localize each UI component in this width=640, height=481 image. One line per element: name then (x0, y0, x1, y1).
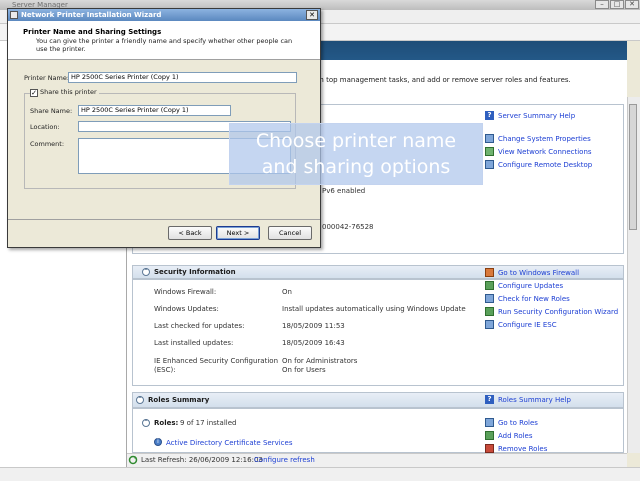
minimize-button[interactable]: – (595, 0, 609, 9)
close-button[interactable]: ✕ (625, 0, 639, 9)
last-installed-label: Last installed updates: (154, 339, 234, 347)
tutorial-callout-text: Choose printer name and sharing options (229, 128, 483, 180)
roles-summary-title: Roles Summary (148, 396, 210, 404)
printer-name-label: Printer Name: (24, 74, 70, 82)
windows-updates-label: Windows Updates: (154, 305, 219, 313)
roles-count-label: Roles: (154, 419, 179, 427)
roles-summary-help-link[interactable]: Roles Summary Help (498, 396, 571, 404)
printer-icon (10, 11, 18, 19)
back-button[interactable]: < Back (168, 226, 212, 240)
wizard-close-button[interactable]: ✕ (306, 10, 318, 20)
share-printer-checkbox[interactable]: ✓ (30, 89, 38, 97)
updates-icon (485, 281, 494, 290)
collapse-roles-icon[interactable]: ⌃ (136, 396, 144, 404)
wizard-step-description: You can give the printer a friendly name… (36, 37, 293, 53)
help-icon: ? (485, 111, 494, 120)
security-info-title: Security Information (154, 268, 236, 276)
location-label: Location: (30, 123, 60, 131)
check-roles-icon (485, 294, 494, 303)
last-refresh-text: Last Refresh: 26/06/2009 12:16:03 (141, 456, 263, 464)
windows-updates-value: Install updates automatically using Wind… (282, 305, 466, 313)
product-id-partial-text: 000042-76528 (322, 223, 374, 231)
go-to-roles-icon (485, 418, 494, 427)
configure-refresh-link[interactable]: Configure refresh (254, 456, 315, 464)
ipv6-partial-text: Pv6 enabled (322, 187, 366, 195)
add-roles-link[interactable]: Add Roles (498, 432, 533, 440)
network-icon (485, 147, 494, 156)
firewall-value: On (282, 288, 292, 296)
maximize-button[interactable]: □ (610, 0, 624, 9)
share-name-label: Share Name: (30, 107, 73, 115)
check-new-roles-link[interactable]: Check for New Roles (498, 295, 570, 303)
last-checked-label: Last checked for updates: (154, 322, 245, 330)
computer-icon (485, 134, 494, 143)
configure-remote-desktop-link[interactable]: Configure Remote Desktop (498, 161, 592, 169)
last-checked-value: 18/05/2009 11:53 (282, 322, 345, 330)
last-installed-value: 18/05/2009 16:43 (282, 339, 345, 347)
add-roles-icon (485, 431, 494, 440)
configure-ie-esc-link[interactable]: Configure IE ESC (498, 321, 557, 329)
ie-esc-value-users: On for Users (282, 366, 326, 374)
roles-help-icon: ? (485, 395, 494, 404)
collapse-security-icon[interactable]: ⌃ (142, 268, 150, 276)
callout-line-2: and sharing options (261, 156, 451, 178)
firewall-label: Windows Firewall: (154, 288, 217, 296)
wizard-title: Network Printer Installation Wizard (21, 11, 162, 19)
ad-certificate-services-link[interactable]: Active Directory Certificate Services (166, 439, 292, 447)
ie-esc-value-admins: On for Administrators (282, 357, 358, 365)
firewall-icon (485, 268, 494, 277)
security-wizard-icon (485, 307, 494, 316)
remove-roles-link[interactable]: Remove Roles (498, 445, 547, 453)
next-button[interactable]: Next > (216, 226, 260, 240)
wizard-button-divider (8, 219, 320, 220)
configure-updates-link[interactable]: Configure Updates (498, 282, 563, 290)
role-info-icon: i (154, 438, 162, 446)
collapse-roles-list-icon[interactable]: ⌃ (142, 419, 150, 427)
share-name-input[interactable]: HP 2500C Series Printer (Copy 1) (78, 105, 231, 116)
server-summary-help-link[interactable]: Server Summary Help (498, 112, 575, 120)
view-network-connections-link[interactable]: View Network Connections (498, 148, 592, 156)
remove-roles-icon (485, 444, 494, 453)
remote-desktop-icon (485, 160, 494, 169)
refresh-icon[interactable] (128, 455, 138, 465)
comment-label: Comment: (30, 140, 65, 148)
ie-esc-label: IE Enhanced Security Configuration (ESC)… (154, 357, 279, 374)
roles-count-value: 9 of 17 installed (180, 419, 237, 427)
run-security-wizard-link[interactable]: Run Security Configuration Wizard (498, 308, 618, 316)
share-printer-label: Share this printer (38, 88, 99, 96)
ie-esc-icon (485, 320, 494, 329)
change-system-properties-link[interactable]: Change System Properties (498, 135, 591, 143)
wizard-step-title: Printer Name and Sharing Settings (23, 28, 162, 36)
cancel-button[interactable]: Cancel (268, 226, 312, 240)
main-header-text: orm top management tasks, and add or rem… (310, 76, 571, 84)
printer-name-input[interactable]: HP 2500C Series Printer (Copy 1) (68, 72, 297, 83)
callout-line-1: Choose printer name (255, 130, 457, 152)
go-to-firewall-link[interactable]: Go to Windows Firewall (498, 269, 579, 277)
main-vertical-scroll-thumb[interactable] (629, 104, 637, 230)
go-to-roles-link[interactable]: Go to Roles (498, 419, 538, 427)
horizontal-scrollbar[interactable] (0, 467, 640, 481)
